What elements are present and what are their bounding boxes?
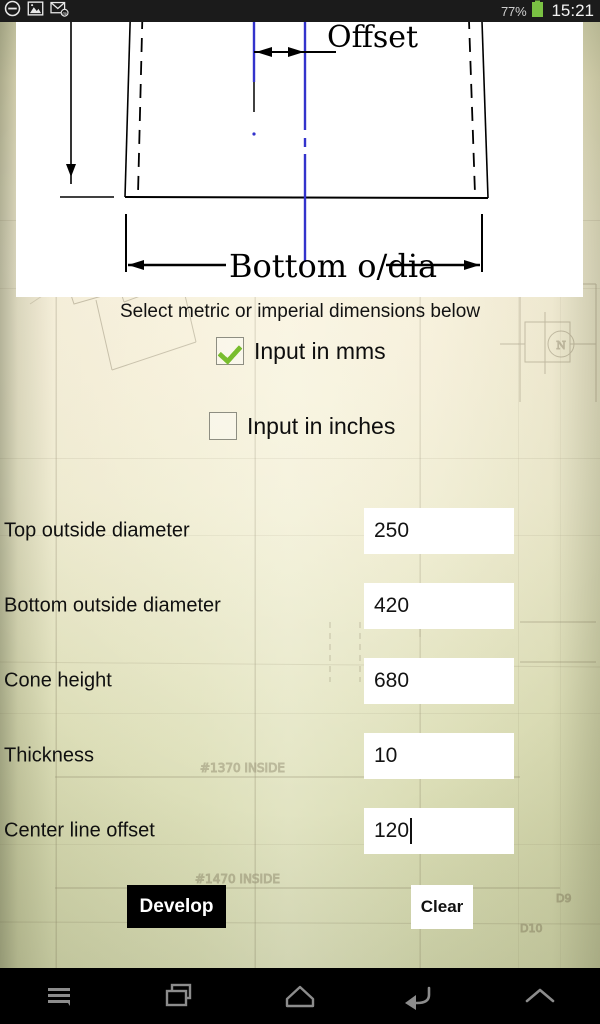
cone-diagram-panel: Offset Bottom o/dia (16, 22, 583, 297)
status-bar-system-icons: 77% 15:21 (501, 0, 594, 23)
back-icon[interactable] (360, 968, 480, 1024)
field-row-thickness: Thickness (0, 733, 600, 779)
battery-percent-label: 77% (501, 3, 527, 19)
checkbox-input-inches[interactable] (209, 412, 237, 440)
field-row-cone-height: Cone height (0, 658, 600, 704)
label-bottom-outside-diameter: Bottom outside diameter (4, 594, 221, 617)
text-cursor (410, 818, 413, 844)
label-cone-height: Cone height (4, 669, 112, 692)
checkbox-label-inches: Input in inches (247, 412, 396, 439)
status-bar-notification-icons: @ (4, 0, 69, 22)
develop-button[interactable]: Develop (127, 885, 226, 928)
home-icon[interactable] (240, 968, 360, 1024)
cone-diagram: Offset Bottom o/dia (60, 22, 489, 285)
label-thickness: Thickness (4, 744, 95, 767)
field-row-top-outside-diameter: Top outside diameter (0, 508, 600, 554)
gallery-icon (27, 0, 44, 22)
status-bar: @ 77% 15:21 (0, 0, 600, 22)
menu-icon[interactable] (0, 968, 120, 1024)
field-row-center-line-offset: Center line offset (0, 808, 600, 854)
svg-text:@: @ (62, 11, 67, 17)
clock-label: 15:21 (551, 1, 594, 20)
checkbox-input-mms[interactable] (216, 337, 244, 365)
recents-icon[interactable] (120, 968, 240, 1024)
do-not-disturb-icon (4, 0, 21, 22)
cone-calculator-form: Select metric or imperial dimensions bel… (0, 297, 600, 968)
diagram-offset-label: Offset (327, 22, 418, 55)
field-row-bottom-outside-diameter: Bottom outside diameter (0, 583, 600, 629)
email-icon: @ (50, 0, 69, 22)
battery-icon (531, 0, 544, 23)
input-bottom-outside-diameter[interactable] (364, 583, 514, 629)
label-center-line-offset: Center line offset (4, 819, 155, 842)
input-center-line-offset[interactable] (364, 808, 514, 854)
checkbox-row-inches[interactable]: Input in inches (209, 412, 395, 440)
chevron-up-icon[interactable] (480, 968, 600, 1024)
units-hint-label: Select metric or imperial dimensions bel… (119, 301, 481, 322)
android-navigation-bar (0, 968, 600, 1024)
input-top-outside-diameter[interactable] (364, 508, 514, 554)
checkbox-row-mms[interactable]: Input in mms (216, 337, 386, 365)
checkbox-label-mms: Input in mms (254, 337, 386, 364)
clear-button[interactable]: Clear (411, 885, 473, 929)
input-thickness[interactable] (364, 733, 514, 779)
label-top-outside-diameter: Top outside diameter (4, 519, 190, 542)
diagram-bottom-dia-label: Bottom o/dia (229, 247, 437, 285)
input-cone-height[interactable] (364, 658, 514, 704)
